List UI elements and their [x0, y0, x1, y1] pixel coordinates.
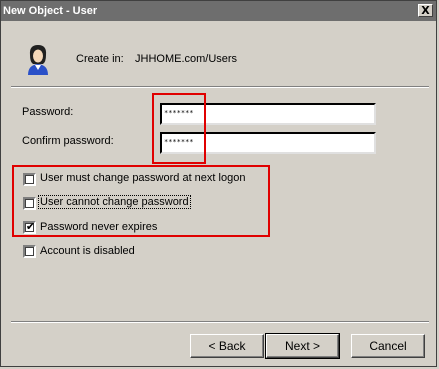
confirm-password-field[interactable]: *******: [160, 132, 376, 154]
back-button[interactable]: < Back: [190, 334, 264, 358]
create-in-value: JHHOME.com/Users: [135, 53, 238, 65]
window-title: New Object - User: [3, 5, 98, 17]
new-object-user-dialog: New Object - User X Create in: JHHOME.co…: [0, 0, 437, 367]
cannot-change-label-wrapper[interactable]: User cannot change password: [38, 195, 191, 209]
never-expires-label[interactable]: Password never expires: [40, 221, 157, 233]
password-label: Password:: [22, 106, 74, 118]
account-disabled-checkbox[interactable]: [23, 245, 36, 258]
footer-divider: [11, 321, 429, 323]
header-divider: [11, 86, 429, 88]
next-button[interactable]: Next >: [265, 333, 340, 359]
title-bar[interactable]: New Object - User X: [1, 1, 436, 21]
cannot-change-label[interactable]: User cannot change password: [38, 195, 191, 209]
create-in-label: Create in:: [76, 53, 124, 65]
password-field[interactable]: *******: [160, 103, 376, 125]
must-change-label[interactable]: User must change password at next logon: [40, 172, 245, 184]
cannot-change-checkbox[interactable]: [23, 197, 36, 210]
close-icon: X: [421, 4, 430, 17]
user-icon: [28, 45, 48, 75]
cancel-button[interactable]: Cancel: [351, 334, 425, 358]
check-mark-icon: ✔: [25, 220, 36, 233]
account-disabled-label[interactable]: Account is disabled: [40, 245, 135, 257]
must-change-checkbox[interactable]: [23, 173, 36, 186]
close-button[interactable]: X: [418, 4, 433, 17]
confirm-password-label: Confirm password:: [22, 135, 114, 147]
never-expires-checkbox[interactable]: ✔: [23, 220, 36, 234]
